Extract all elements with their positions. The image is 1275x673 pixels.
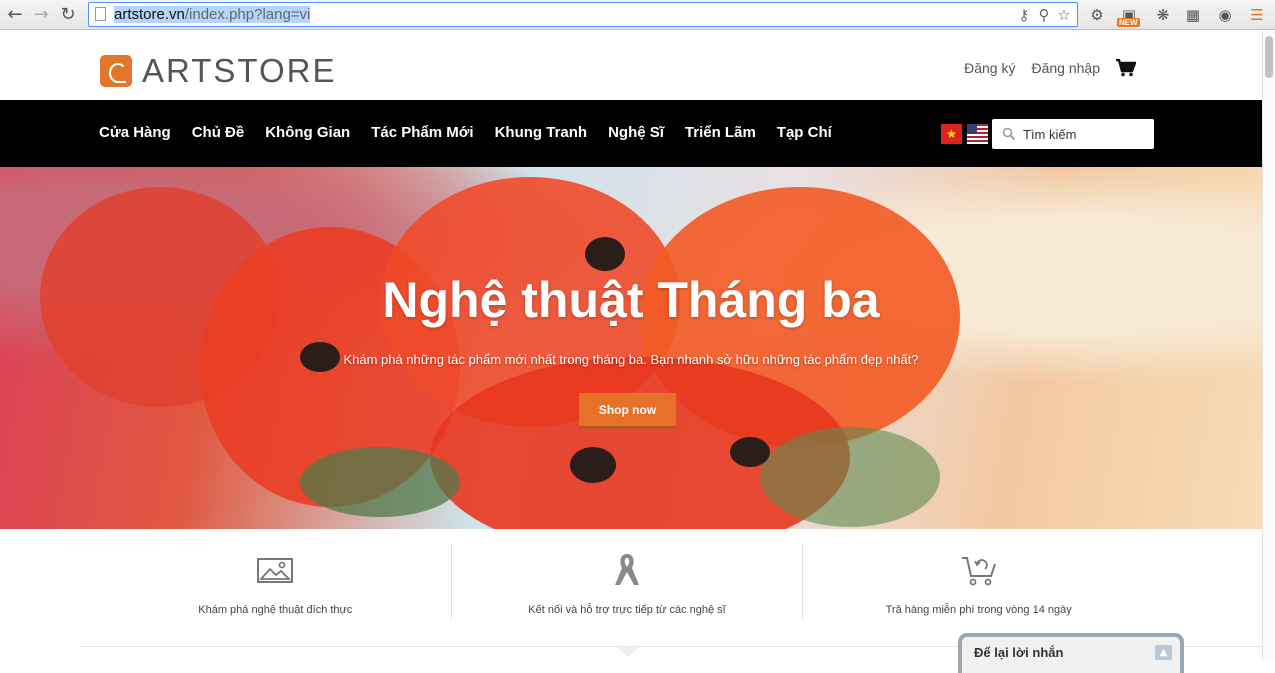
nav-item-space[interactable]: Không Gian (265, 124, 350, 141)
feature-label: Kết nối và hỗ trợ trực tiếp từ các nghệ … (528, 604, 726, 616)
zoom-icon[interactable]: ⚲ (1035, 6, 1053, 24)
nav-item-magazine[interactable]: Tạp Chí (777, 124, 832, 141)
css-icon[interactable]: ▦ (1182, 4, 1204, 26)
scroll-down-indicator (616, 647, 640, 657)
ribbon-icon (615, 554, 639, 585)
address-bar[interactable]: artstore.vn/index.php?lang=vi ⚷ ⚲ ☆ (88, 2, 1078, 27)
nav-item-artists[interactable]: Nghệ Sĩ (608, 124, 664, 141)
hero-banner: Nghệ thuật Tháng ba Khám phá những tác p… (0, 167, 1262, 529)
key-icon[interactable]: ⚷ (1015, 6, 1033, 24)
url-host: artstore.vn (114, 6, 185, 23)
nav-item-frames[interactable]: Khung Tranh (495, 124, 588, 141)
hero-flower-center (585, 237, 625, 271)
chevron-up-icon[interactable]: ▲ (1155, 645, 1172, 660)
register-link[interactable]: Đăng ký (964, 60, 1015, 76)
hero-leaf-shape (300, 447, 460, 517)
logo-mark-icon (100, 55, 132, 87)
cart-icon[interactable] (1116, 59, 1136, 77)
feature-item: Khám phá nghệ thuật đích thực (100, 544, 451, 620)
star-icon[interactable]: ☆ (1055, 6, 1073, 24)
chat-title: Để lại lời nhắn (974, 645, 1064, 660)
picture-icon (257, 558, 294, 583)
feature-item: Kết nối và hỗ trợ trực tiếp từ các nghệ … (450, 544, 803, 620)
chat-widget[interactable]: Để lại lời nhắn ▲ (958, 633, 1184, 673)
menu-icon[interactable]: ☰ (1246, 4, 1268, 26)
logo-text: ARTSTORE (142, 52, 337, 89)
hero-title: Nghệ thuật Tháng ba (382, 272, 880, 328)
logo[interactable]: ARTSTORE (100, 52, 337, 90)
page-icon (95, 7, 106, 21)
hero-flower-center (570, 447, 616, 483)
search-box (992, 119, 1154, 149)
feature-label: Khám phá nghệ thuật đích thực (198, 604, 353, 616)
browser-toolbar: ← → ↻ artstore.vn/index.php?lang=vi ⚷ ⚲ … (0, 0, 1275, 30)
nav-item-new-works[interactable]: Tác Phẩm Mới (371, 124, 473, 141)
url-text[interactable]: artstore.vn/index.php?lang=vi (114, 6, 311, 23)
shop-now-button[interactable]: Shop now (579, 393, 676, 429)
header-links: Đăng ký Đăng nhập (964, 59, 1136, 77)
flag-us-icon[interactable] (967, 124, 988, 144)
cart-return-icon (961, 557, 996, 586)
new-badge: NEW (1117, 18, 1140, 27)
feature-item: Trả hàng miễn phí trong vòng 14 ngày (802, 544, 1154, 620)
headset-icon[interactable]: ◉ (1214, 4, 1236, 26)
search-input[interactable] (1023, 124, 1148, 144)
features-row: Khám phá nghệ thuật đích thực Kết nối và… (100, 544, 1154, 620)
gear-icon[interactable]: ⚙ (1086, 4, 1108, 26)
hero-flower-center (730, 437, 770, 467)
url-path: /index.php?lang=vi (184, 6, 311, 23)
page-scrollbar[interactable] (1262, 31, 1275, 661)
search-icon (1002, 127, 1016, 141)
bug-icon[interactable]: ❋ (1152, 4, 1174, 26)
nav-item-topics[interactable]: Chủ Đề (192, 124, 245, 141)
feature-label: Trả hàng miễn phí trong vòng 14 ngày (885, 604, 1072, 616)
reload-icon[interactable]: ↻ (57, 4, 79, 26)
scrollbar-thumb[interactable] (1265, 36, 1273, 78)
flag-vn-icon[interactable]: ★ (941, 124, 962, 144)
nav-items: Cửa Hàng Chủ Đề Không Gian Tác Phẩm Mới … (99, 124, 832, 141)
nav-item-exhibitions[interactable]: Triển Lãm (685, 124, 756, 141)
nav-item-shop[interactable]: Cửa Hàng (99, 124, 171, 141)
hero-leaf-shape (760, 427, 940, 527)
back-icon[interactable]: ← (4, 4, 26, 26)
site-header: ARTSTORE Đăng ký Đăng nhập (0, 31, 1262, 100)
hero-subtitle: Khám phá những tác phẩm mới nhất trong t… (343, 352, 919, 367)
login-link[interactable]: Đăng nhập (1031, 60, 1100, 76)
forward-icon[interactable]: → (30, 4, 52, 26)
